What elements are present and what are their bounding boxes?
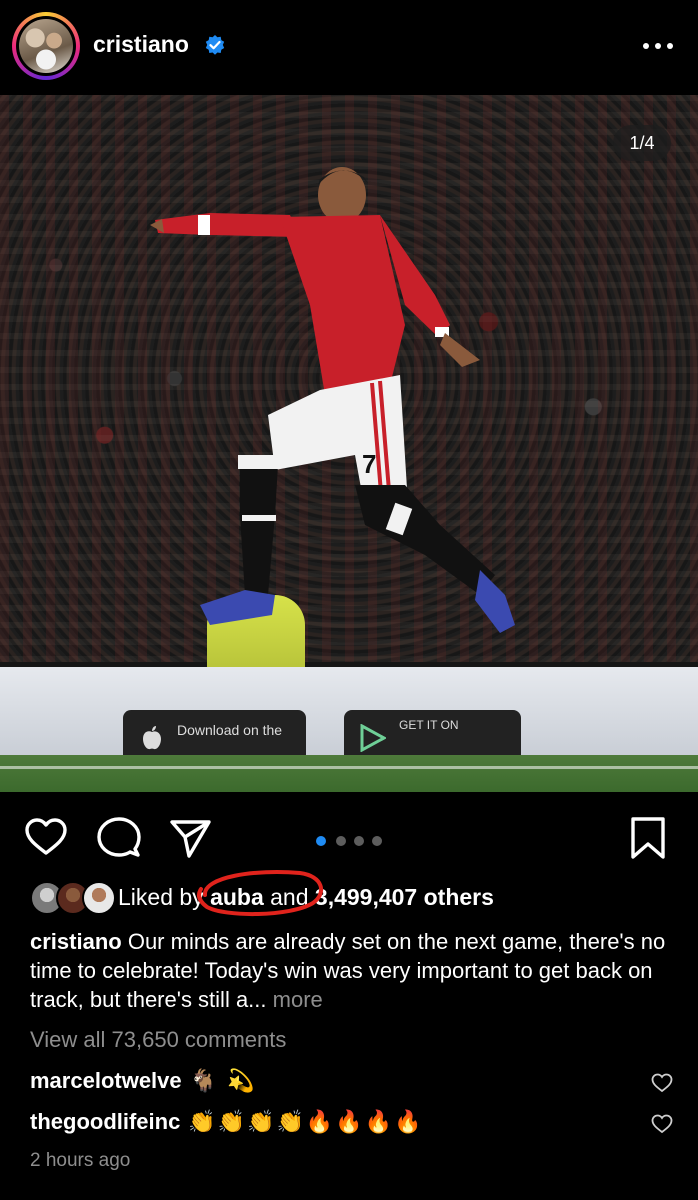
comment-item: marcelotwelve 🐐 💫 <box>30 1068 257 1094</box>
comment-username[interactable]: marcelotwelve <box>30 1068 182 1093</box>
view-all-comments-link[interactable]: View all 73,650 comments <box>30 1027 286 1053</box>
comment-icon[interactable] <box>97 816 141 860</box>
liker-avatar <box>82 881 116 915</box>
post-username[interactable]: cristiano <box>93 31 189 58</box>
post-media[interactable]: 7 Download on the GET IT ON 1/4 <box>0 95 698 792</box>
player-figure: 7 <box>150 167 515 633</box>
post-header: cristiano <box>0 0 698 94</box>
app-store-ad: Download on the <box>123 710 306 755</box>
caption-more-link[interactable]: more <box>273 987 323 1012</box>
carousel-indicator <box>316 836 386 846</box>
comment-text: 👏👏👏👏🔥🔥🔥🔥 <box>188 1109 424 1134</box>
google-play-logo-icon <box>360 724 386 752</box>
likes-row[interactable]: Liked by auba and 3,499,407 others <box>30 880 690 915</box>
media-counter: 1/4 <box>613 125 671 161</box>
avatar-image <box>19 19 73 73</box>
liker-username[interactable]: auba <box>210 884 264 910</box>
caption-username[interactable]: cristiano <box>30 929 122 954</box>
verified-badge-icon <box>205 35 225 55</box>
caption-text: Our minds are already set on the next ga… <box>30 929 666 1012</box>
comment-item: thegoodlifeinc 👏👏👏👏🔥🔥🔥🔥 <box>30 1109 423 1135</box>
profile-avatar[interactable] <box>12 12 80 80</box>
comment-text: 🐐 💫 <box>189 1068 257 1093</box>
send-icon[interactable] <box>168 816 212 860</box>
post-timestamp: 2 hours ago <box>30 1150 131 1171</box>
post-caption: cristiano Our minds are already set on t… <box>30 927 682 1014</box>
action-bar <box>0 808 698 868</box>
likes-count[interactable]: 3,499,407 others <box>315 884 494 910</box>
comment-like-heart-icon[interactable] <box>651 1073 673 1093</box>
apple-logo-icon <box>143 726 161 750</box>
svg-text:7: 7 <box>362 449 376 479</box>
comment-username[interactable]: thegoodlifeinc <box>30 1109 180 1134</box>
more-horizontal-icon[interactable] <box>643 36 673 56</box>
heart-icon[interactable] <box>24 816 68 860</box>
likes-text: Liked by auba and 3,499,407 others <box>118 884 494 910</box>
comment-like-heart-icon[interactable] <box>651 1114 673 1134</box>
pitch-grass <box>0 755 698 792</box>
google-play-ad: GET IT ON <box>344 710 521 755</box>
bookmark-icon[interactable] <box>627 816 671 860</box>
